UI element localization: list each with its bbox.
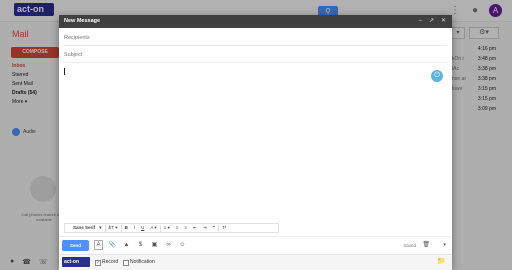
minimize-icon[interactable]: – — [419, 15, 422, 28]
more-options-icon[interactable]: ▾ — [443, 240, 446, 251]
saved-status: Saved — [403, 243, 416, 248]
compose-dialog: New Message – ↗ ✕ Recipients Subject ⏻ S… — [59, 15, 452, 270]
bold-icon[interactable]: B — [122, 224, 131, 232]
record-label: Record — [102, 259, 119, 265]
font-size-icon[interactable]: 𝘣T ▾ — [106, 224, 121, 232]
formatting-options-icon[interactable]: A — [94, 240, 103, 250]
trash-icon[interactable]: 🗑 — [422, 240, 430, 251]
align-icon[interactable]: ≡ ▾ — [161, 224, 173, 232]
italic-icon[interactable]: I — [131, 224, 138, 232]
formatting-toolbar: Sans Serif ▾ 𝘣T ▾ B I U A ▾ ≡ ▾ ≡ ≡ ⇤ ⇥ … — [64, 223, 279, 233]
numbered-list-icon[interactable]: ≡ — [173, 224, 182, 232]
drive-icon[interactable]: ▲ — [122, 240, 131, 251]
record-option[interactable]: ✓ Record — [95, 258, 118, 267]
attach-icon[interactable]: 📎 — [108, 240, 117, 251]
acton-logo[interactable]: act-on — [62, 257, 90, 267]
notification-option[interactable]: Notification — [123, 258, 155, 267]
notification-label: Notification — [130, 259, 155, 265]
emoji-icon[interactable]: ☺ — [178, 240, 187, 251]
quote-icon[interactable]: ❞ — [210, 224, 218, 232]
clear-formatting-icon[interactable]: Tˣ — [219, 224, 229, 232]
send-button[interactable]: Send — [62, 240, 89, 251]
acton-toolbar: act-on ✓ Record Notification 📁 — [59, 254, 452, 270]
notification-checkbox[interactable] — [123, 259, 129, 266]
indent-less-icon[interactable]: ⇤ — [190, 224, 200, 232]
recipients-field[interactable]: Recipients — [64, 30, 447, 46]
compose-title: New Message — [64, 18, 101, 24]
indent-more-icon[interactable]: ⇥ — [200, 224, 210, 232]
record-checkbox[interactable]: ✓ — [95, 259, 101, 266]
acton-power-icon[interactable]: ⏻ — [431, 70, 443, 82]
money-icon[interactable]: $ — [136, 240, 145, 251]
link-icon[interactable]: ∞ — [164, 240, 173, 251]
compose-actions: Send A 📎 ▲ $ ▣ ∞ ☺ Saved 🗑 ▾ — [59, 236, 452, 253]
subject-field[interactable]: Subject — [64, 47, 447, 63]
expand-icon[interactable]: ↗ — [429, 15, 434, 28]
close-icon[interactable]: ✕ — [441, 15, 446, 28]
text-cursor — [64, 68, 65, 75]
underline-icon[interactable]: U — [138, 224, 147, 232]
font-select[interactable]: Sans Serif ▾ — [67, 224, 105, 232]
compose-header[interactable]: New Message — [59, 15, 452, 28]
text-color-icon[interactable]: A ▾ — [147, 224, 159, 232]
bulleted-list-icon[interactable]: ≡ — [181, 224, 190, 232]
photo-icon[interactable]: ▣ — [150, 240, 159, 251]
message-body[interactable] — [64, 63, 447, 218]
folder-icon[interactable]: 📁 — [437, 257, 446, 267]
